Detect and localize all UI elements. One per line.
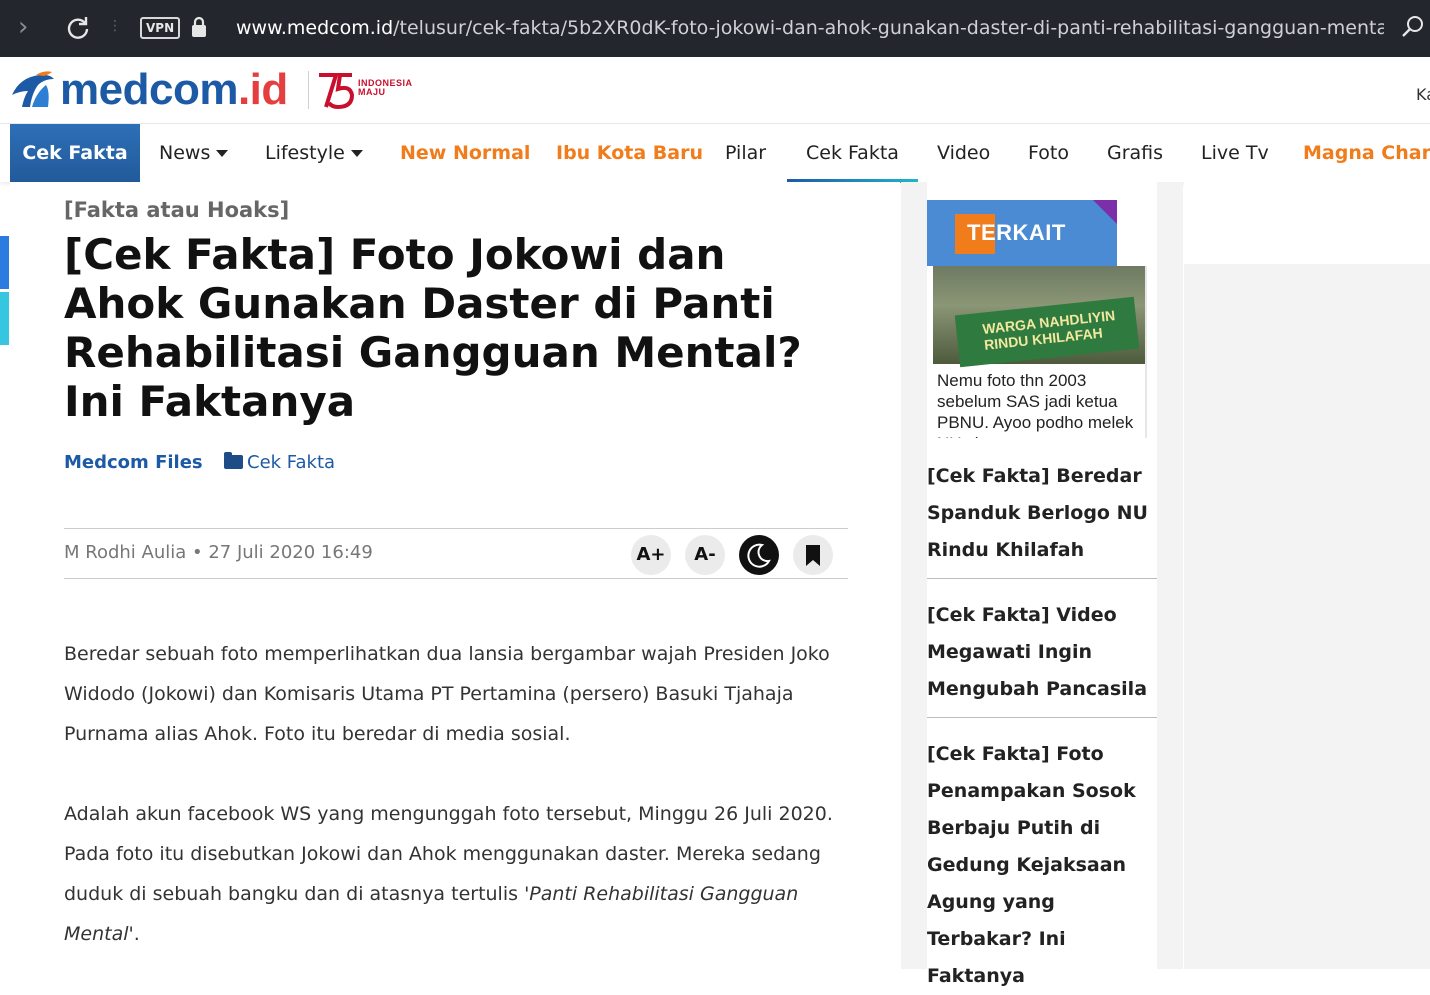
moon-icon bbox=[747, 543, 771, 568]
article-meta: Medcom Files Cek Fakta bbox=[64, 452, 335, 473]
url-path: /telusur/cek-fakta/5b2XR0dK-foto-jokowi-… bbox=[393, 17, 1384, 39]
font-decrease-button[interactable]: A- bbox=[685, 535, 725, 575]
font-increase-button[interactable]: A+ bbox=[631, 535, 671, 575]
nav-item-news[interactable]: News bbox=[159, 124, 229, 183]
article: [Fakta atau Hoaks] [Cek Fakta] Foto Joko… bbox=[10, 182, 900, 969]
floating-share-tab-1[interactable] bbox=[0, 236, 9, 289]
lock-icon[interactable] bbox=[190, 16, 208, 38]
paragraph-2-end: . bbox=[133, 923, 140, 945]
related-panel: TERKAIT WARGA NAHDLIYIN RINDU KHILAFAH Ne… bbox=[927, 182, 1157, 987]
category-label: Cek Fakta bbox=[247, 452, 336, 473]
byline-bar: M Rodhi Aulia • 27 Juli 2020 16:49 A+ A- bbox=[64, 528, 848, 579]
article-category-link[interactable]: Cek Fakta bbox=[224, 452, 335, 473]
bookmark-button[interactable] bbox=[793, 535, 833, 575]
logo-name: medcom bbox=[60, 65, 238, 114]
nav-item-foto[interactable]: Foto bbox=[1028, 124, 1069, 183]
related-link-2[interactable]: [Cek Fakta] Video Megawati Ingin Menguba… bbox=[927, 597, 1157, 708]
nav-item-magna-channel[interactable]: Magna Chann bbox=[1303, 124, 1430, 183]
header-right-text[interactable]: Ka bbox=[1416, 85, 1430, 104]
nav-item-live-tv[interactable]: Live Tv bbox=[1201, 124, 1269, 183]
nav-item-grafis[interactable]: Grafis bbox=[1107, 124, 1163, 183]
nav-brand-cek-fakta[interactable]: Cek Fakta bbox=[10, 124, 140, 183]
vpn-badge[interactable]: VPN bbox=[140, 17, 181, 39]
article-paragraph-1: Beredar sebuah foto memperlihatkan dua l… bbox=[64, 643, 830, 745]
medcom-logo-text[interactable]: medcom.id bbox=[60, 66, 288, 114]
nav-item-label: News bbox=[159, 142, 211, 164]
toolbar-separator: ⋮ bbox=[108, 18, 122, 34]
address-bar[interactable]: www.medcom.id/telusur/cek-fakta/5b2XR0dK… bbox=[236, 16, 1384, 40]
logo-divider bbox=[308, 71, 309, 109]
terkait-label: TERKAIT bbox=[967, 220, 1066, 245]
related-thumbnail[interactable]: WARGA NAHDLIYIN RINDU KHILAFAH Nemu foto … bbox=[933, 266, 1147, 438]
related-link-3[interactable]: [Cek Fakta] Foto Penampakan Sosok Berbaj… bbox=[927, 736, 1157, 995]
article-byline: M Rodhi Aulia • 27 Juli 2020 16:49 bbox=[64, 542, 373, 563]
article-title: [Cek Fakta] Foto Jokowi dan Ahok Gunakan… bbox=[64, 230, 802, 426]
logo-tagline: INDONESIA MAJU bbox=[358, 79, 413, 97]
right-column-bg bbox=[1184, 264, 1430, 969]
forward-icon[interactable]: › bbox=[18, 14, 42, 40]
ad-slot bbox=[1184, 182, 1430, 264]
browser-toolbar: › ⋮ VPN www.medcom.id/telusur/cek-fakta/… bbox=[0, 0, 1430, 57]
nav-item-cek-fakta[interactable]: Cek Fakta bbox=[787, 124, 918, 183]
nav-item-lifestyle[interactable]: Lifestyle bbox=[265, 124, 363, 183]
dark-mode-button[interactable] bbox=[739, 535, 779, 575]
chevron-down-icon bbox=[216, 150, 229, 157]
article-paragraph-2: Adalah akun facebook WS yang mengunggah … bbox=[64, 794, 854, 954]
banner-corner bbox=[1093, 200, 1117, 224]
nav-item-ibu-kota-baru[interactable]: Ibu Kota Baru bbox=[556, 124, 703, 183]
nav-item-new-normal[interactable]: New Normal bbox=[400, 124, 530, 183]
medcom-logo-icon[interactable] bbox=[10, 69, 56, 109]
sidebar: TERKAIT WARGA NAHDLIYIN RINDU KHILAFAH Ne… bbox=[901, 182, 1183, 987]
url-domain: www.medcom.id bbox=[236, 17, 394, 39]
main-nav: Cek Fakta News Lifestyle New Normal Ibu … bbox=[0, 123, 1430, 183]
nav-item-video[interactable]: Video bbox=[937, 124, 990, 183]
logo-suffix: .id bbox=[237, 65, 288, 114]
nav-item-pilar[interactable]: Pilar bbox=[725, 124, 766, 183]
nav-item-label: Lifestyle bbox=[265, 142, 345, 164]
tagline-line2: MAJU bbox=[358, 87, 386, 97]
chevron-down-icon bbox=[350, 150, 363, 157]
article-kicker: [Fakta atau Hoaks] bbox=[64, 198, 290, 222]
indonesia-75-logo bbox=[319, 73, 355, 110]
related-link-1[interactable]: [Cek Fakta] Beredar Spanduk Berlogo NU R… bbox=[927, 458, 1157, 569]
reload-icon[interactable] bbox=[64, 14, 92, 42]
bookmark-icon bbox=[806, 545, 820, 566]
related-divider bbox=[927, 717, 1157, 718]
thumbnail-caption: Nemu foto thn 2003 sebelum SAS jadi ketu… bbox=[937, 371, 1134, 438]
related-divider bbox=[927, 578, 1157, 579]
floating-share-tab-2[interactable] bbox=[0, 292, 9, 345]
site-header: medcom.id INDONESIAMAJU Ka bbox=[0, 57, 1430, 123]
search-icon[interactable] bbox=[1400, 14, 1426, 40]
folder-icon bbox=[224, 452, 243, 469]
article-source-link[interactable]: Medcom Files bbox=[64, 452, 203, 473]
terkait-banner: TERKAIT bbox=[927, 200, 1117, 266]
